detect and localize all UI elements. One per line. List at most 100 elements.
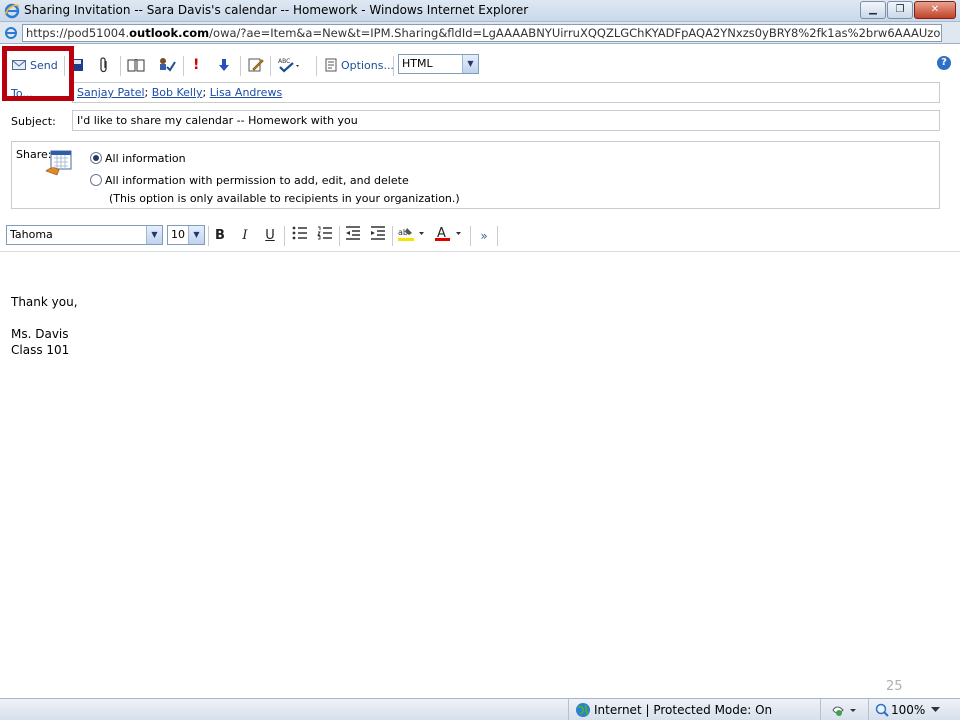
more-formatting-button[interactable]: » <box>474 226 494 246</box>
bold-button[interactable]: B <box>210 226 230 246</box>
message-format-select[interactable]: HTML ▼ <box>398 54 479 74</box>
share-all-information-radio[interactable] <box>90 152 102 164</box>
url-path: /owa/?ae=Item&a=New&t=IPM.Sharing&fldId=… <box>209 26 941 40</box>
share-option-2-label: All information with permission to add, … <box>105 174 409 187</box>
zoom-icon <box>875 703 889 717</box>
chevron-down-icon: ▼ <box>462 55 478 73</box>
zoom-level: 100% <box>891 703 926 717</box>
page-icon <box>5 27 17 39</box>
recipient-lisa-andrews[interactable]: Lisa Andrews <box>210 86 282 99</box>
edit-message-button[interactable] <box>248 55 264 75</box>
slide-page-number: 25 <box>886 679 903 694</box>
bulleted-list-icon <box>292 226 307 240</box>
attach-button[interactable] <box>98 55 110 75</box>
spell-check-icon: ABC <box>278 58 299 73</box>
share-option-2-note: (This option is only available to recipi… <box>109 192 460 205</box>
increase-indent-button[interactable] <box>368 226 388 246</box>
message-body[interactable]: Thank you, Ms. Davis Class 101 <box>0 253 960 698</box>
toolbar-divider <box>316 56 317 76</box>
options-label: Options... <box>341 58 394 72</box>
toolbar-divider <box>208 226 209 246</box>
message-format-value: HTML <box>402 57 433 70</box>
down-arrow-icon <box>219 59 229 71</box>
body-line-signature-name: Ms. Davis <box>11 327 69 341</box>
recipient-sanjay-patel[interactable]: Sanjay Patel <box>77 86 145 99</box>
help-icon[interactable]: ? <box>937 56 951 70</box>
toolbar-divider <box>339 226 340 246</box>
font-size-select[interactable]: 10 ▼ <box>167 225 205 245</box>
increase-indent-icon <box>371 226 385 240</box>
globe-icon <box>576 703 590 717</box>
address-bar: https://pod51004.outlook.com/owa/?ae=Ite… <box>0 22 960 44</box>
paperclip-icon <box>100 57 107 73</box>
protected-mode-icon <box>832 706 856 716</box>
numbered-list-icon <box>317 226 332 240</box>
message-toolbar: Send ! ABC Options... <box>0 50 960 80</box>
svg-text:ABC: ABC <box>278 58 290 65</box>
toolbar-divider <box>393 56 394 76</box>
options-icon <box>325 58 337 72</box>
options-button[interactable]: Options... <box>325 55 394 75</box>
send-highlight-frame <box>2 46 74 101</box>
edit-icon <box>248 58 264 72</box>
check-names-button[interactable] <box>158 55 176 75</box>
spelling-button[interactable]: ABC <box>278 55 300 75</box>
formatting-toolbar: Tahoma ▼ 10 ▼ B I U ab A » <box>0 222 960 252</box>
security-zone-segment[interactable]: Internet | Protected Mode: On <box>568 699 820 720</box>
toolbar-divider <box>240 56 241 76</box>
toolbar-divider <box>270 56 271 76</box>
check-names-icon <box>160 58 176 72</box>
decrease-indent-button[interactable] <box>343 226 363 246</box>
zoom-segment[interactable]: 100% <box>868 699 960 720</box>
recipient-separator: ; <box>144 86 149 99</box>
url-field[interactable]: https://pod51004.outlook.com/owa/?ae=Ite… <box>22 24 942 42</box>
share-calendar-icon <box>45 150 72 176</box>
window-controls: ▁ ❐ ✕ <box>859 1 956 19</box>
high-importance-button[interactable]: ! <box>193 55 199 75</box>
internet-explorer-icon <box>4 3 20 19</box>
share-option-1-label: All information <box>105 152 186 165</box>
security-zone-text: Internet | Protected Mode: On <box>594 703 773 717</box>
font-color-button[interactable]: A <box>433 226 463 246</box>
underline-button[interactable]: U <box>260 226 280 246</box>
share-edit-permission-radio[interactable] <box>90 174 102 186</box>
window-title: Sharing Invitation -- Sara Davis's calen… <box>24 3 529 17</box>
low-importance-button[interactable] <box>219 55 229 75</box>
highlight-color-button[interactable]: ab <box>396 226 426 246</box>
font-size-value: 10 <box>171 228 185 241</box>
body-line-signature-class: Class 101 <box>11 343 70 357</box>
toolbar-divider <box>183 56 184 76</box>
body-line-thanks: Thank you, <box>11 295 78 309</box>
highlighter-icon: ab <box>398 228 424 241</box>
decrease-indent-icon <box>346 226 360 240</box>
address-book-icon <box>127 59 145 72</box>
url-domain: outlook.com <box>129 26 210 40</box>
subject-field[interactable]: I'd like to share my calendar -- Homewor… <box>72 110 940 131</box>
chevron-down-icon: ▼ <box>188 226 204 244</box>
minimize-button[interactable]: ▁ <box>860 1 886 19</box>
subject-label: Subject: <box>11 115 56 128</box>
share-options-panel: Share: All information All information w… <box>11 141 940 209</box>
close-button[interactable]: ✕ <box>914 1 956 19</box>
status-bar: Internet | Protected Mode: On 100% <box>0 698 960 720</box>
to-field[interactable]: Sanjay Patel; Bob Kelly; Lisa Andrews <box>72 82 940 103</box>
recipient-bob-kelly[interactable]: Bob Kelly <box>152 86 203 99</box>
recipient-separator: ; <box>202 86 207 99</box>
chevron-down-icon <box>931 707 940 712</box>
subject-value: I'd like to share my calendar -- Homewor… <box>77 114 358 127</box>
numbering-button[interactable] <box>315 226 335 246</box>
toolbar-divider <box>497 226 498 246</box>
recipient-list: Sanjay Patel; Bob Kelly; Lisa Andrews <box>77 86 282 99</box>
toolbar-divider <box>120 56 121 76</box>
url-prefix: https://pod51004. <box>26 26 130 40</box>
font-family-value: Tahoma <box>10 228 53 241</box>
restore-button[interactable]: ❐ <box>887 1 913 19</box>
chevron-down-icon: ▼ <box>146 226 162 244</box>
bullets-button[interactable] <box>290 226 310 246</box>
italic-button[interactable]: I <box>235 226 255 246</box>
font-family-select[interactable]: Tahoma ▼ <box>6 225 163 245</box>
address-book-button[interactable] <box>127 55 145 75</box>
toolbar-divider <box>284 226 285 246</box>
protected-mode-segment[interactable] <box>820 699 868 720</box>
window-titlebar: Sharing Invitation -- Sara Davis's calen… <box>0 0 960 22</box>
